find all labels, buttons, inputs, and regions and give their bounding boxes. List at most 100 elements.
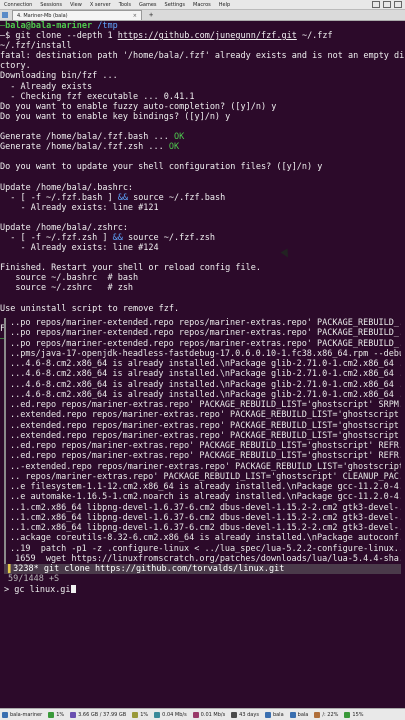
fzf-row[interactable]: ..1.cm2.x86_64 libpng-devel-1.6.37-6.cm2… [6, 503, 401, 513]
fzf-query-input[interactable]: gc linux.gi [14, 585, 70, 595]
tab-close-icon[interactable]: × [133, 13, 137, 19]
network-up-icon [154, 711, 161, 718]
taskbar-item[interactable]: /: 22% [314, 711, 339, 718]
terminal-line: Do you want to update your shell configu… [0, 162, 405, 172]
terminal-line: - [ -f ~/.fzf.zsh ] && source ~/.fzf.zsh [0, 233, 405, 243]
taskbar-item[interactable]: 1% [132, 711, 148, 718]
terminal-text: - Already exists: line #124 [0, 243, 159, 254]
taskbar-label: bala [297, 711, 309, 718]
taskbar-label: 15% [352, 711, 364, 718]
terminal-text: ~/.fzf/install [0, 41, 72, 52]
fzf-row[interactable]: ...4.6-8.cm2.x86_64 is already installed… [6, 359, 401, 369]
menu-help[interactable]: Help [215, 2, 234, 8]
terminal-text: ctory. [0, 61, 31, 72]
terminal-text: Do you want to update your shell configu… [0, 162, 323, 173]
fzf-row[interactable]: ..e filesystem-1.1-12.cm2.x86_64 is alre… [6, 482, 401, 492]
menu-settings[interactable]: Settings [161, 2, 190, 8]
taskbar-item[interactable]: 0.01 Mb/s [192, 711, 225, 718]
fzf-row[interactable]: ..po repos/mariner-extended.repo repos/m… [6, 339, 401, 349]
fzf-row[interactable]: ..po repos/mariner-extended.repo repos/m… [6, 318, 401, 328]
terminal-text: source ~/.zshrc # zsh [0, 283, 134, 294]
taskbar: bala-mariner 1% 3.66 GB / 37.99 GB 1% 0.04 M… [0, 708, 405, 720]
minimize-icon[interactable] [372, 1, 380, 8]
fzf-row[interactable]: ..1.cm2.x86_64 libpng-devel-1.6.37-6.cm2… [6, 523, 401, 533]
taskbar-item[interactable]: 0.04 Mb/s [154, 711, 187, 718]
terminal-line: —bala@bala-mariner /tmp [0, 21, 405, 31]
terminal-line: - Already exists [0, 82, 405, 92]
fzf-row[interactable]: ...4.6-8.cm2.x86_64 is already installed… [6, 380, 401, 390]
cpu-icon [48, 711, 55, 718]
taskbar-item[interactable]: 15% [344, 711, 364, 718]
fzf-row[interactable]: ..ed.repo repos/mariner-extras.repo' PAC… [6, 441, 401, 451]
close-icon[interactable] [394, 1, 402, 8]
fzf-row[interactable]: .. repos/mariner-extras.repo' PACKAGE_RE… [6, 472, 401, 482]
fzf-row[interactable]: ...4.6-8.cm2.x86_64 is already installed… [6, 369, 401, 379]
fzf-row[interactable]: ..ed.repo repos/mariner-extras.repo' PAC… [6, 451, 401, 461]
terminal-text: - Already exists: line #121 [0, 202, 159, 213]
home-tab-icon[interactable] [2, 12, 8, 18]
menu-tools[interactable]: Tools [115, 2, 135, 8]
taskbar-item[interactable]: 3.66 GB / 37.99 GB [70, 711, 126, 718]
terminal-line: source ~/.bashrc # bash [0, 273, 405, 283]
fzf-history-picker[interactable]: ..po repos/mariner-extended.repo repos/m… [4, 318, 401, 595]
menu-connection[interactable]: Connection [0, 2, 36, 8]
terminal-text: source ~/.fzf.bash [127, 192, 226, 203]
taskbar-label: 1% [56, 711, 65, 718]
terminal-text: Generate /home/bala/.fzf.zsh ... [0, 142, 169, 153]
taskbar-item[interactable]: bala [289, 711, 309, 718]
terminal-line: - Checking fzf executable ... 0.41.1 [0, 92, 405, 102]
terminal-text: - [ -f ~/.fzf.bash ] [0, 192, 118, 203]
terminal-text: fatal: destination path '/home/bala/.fzf… [0, 51, 405, 62]
terminal-line: ctory. [0, 61, 405, 71]
taskbar-label: bala [272, 711, 284, 718]
fzf-row[interactable]: ..19 patch -p1 -z .configure-linux < ../… [6, 544, 401, 554]
taskbar-label: bala-mariner [10, 711, 43, 718]
fzf-row[interactable]: ..po repos/mariner-extended.repo repos/m… [6, 328, 401, 338]
fzf-row[interactable]: ..e automake-1.16.5-1.cm2.noarch is alre… [6, 492, 401, 502]
taskbar-item[interactable]: 43 days [231, 711, 259, 718]
terminal-text: Update /home/bala/.zshrc: [0, 222, 128, 233]
taskbar-item[interactable]: bala [264, 711, 284, 718]
uptime-icon [231, 711, 238, 718]
taskbar-item[interactable]: 1% [48, 711, 65, 718]
menu-games[interactable]: Games [135, 2, 161, 8]
fzf-row[interactable]: ..1.cm2.x86_64 libpng-devel-1.6.37-6.cm2… [6, 513, 401, 523]
terminal-line: Generate /home/bala/.fzf.bash ... OK [0, 132, 405, 142]
network-down-icon [192, 711, 199, 718]
menu-view[interactable]: View [66, 2, 86, 8]
taskbar-label: /: 22% [322, 711, 339, 718]
terminal-text: source ~/.fzf.zsh [122, 232, 215, 243]
tab-terminal[interactable]: 4. Mariner-Mb (bala) × [12, 10, 142, 20]
fzf-row[interactable]: 1659 wget https://linuxfromscratch.org/p… [6, 554, 401, 564]
terminal-line: Update /home/bala/.zshrc: [0, 223, 405, 233]
fzf-row[interactable]: ..extended.repo repos/mariner-extras.rep… [6, 421, 401, 431]
fzf-row[interactable]: ..ackage coreutils-8.32-6.cm2.x86_64 is … [6, 533, 401, 543]
text-cursor [70, 585, 76, 593]
battery-icon [344, 711, 351, 718]
terminal-text: Do you want to enable fuzzy auto-complet… [0, 101, 277, 112]
fzf-selected-row[interactable]: ▌3238* git clone https://github.com/torv… [4, 564, 401, 575]
menu-macros[interactable]: Macros [189, 2, 215, 8]
terminal-text: https://github.com/junegunn/fzf.git [117, 31, 297, 42]
fzf-row[interactable]: ..extended.repo repos/mariner-extras.rep… [6, 431, 401, 441]
maximize-icon[interactable] [383, 1, 391, 8]
fzf-row[interactable]: ..pms/java-17-openjdk-headless-fastdebug… [6, 349, 401, 359]
menu-sessions[interactable]: Sessions [36, 2, 66, 8]
new-tab-icon[interactable]: + [146, 11, 156, 19]
terminal-line: - Already exists: line #121 [0, 203, 405, 213]
terminal-text: ~/.fzf [296, 31, 333, 42]
terminal-text: - Already exists [0, 81, 93, 92]
taskbar-item[interactable]: bala-mariner [2, 711, 43, 718]
fzf-row[interactable]: ..ed.repo repos/mariner-extras.repo' PAC… [6, 400, 401, 410]
fzf-row[interactable]: ..extended.repo repos/mariner-extras.rep… [6, 410, 401, 420]
fzf-row[interactable]: ..-extended.repo repos/mariner-extras.re… [6, 462, 401, 472]
terminal-line: Finished. Restart your shell or reload c… [0, 263, 405, 273]
fzf-row[interactable]: ...4.6-8.cm2.x86_64 is already installed… [6, 390, 401, 400]
fzf-status: 59/1448 +S [8, 574, 60, 585]
fzf-prompt[interactable]: > gc linux.gi [4, 585, 401, 595]
terminal-text: OK [168, 142, 180, 153]
menu-x-server[interactable]: X server [86, 2, 115, 8]
